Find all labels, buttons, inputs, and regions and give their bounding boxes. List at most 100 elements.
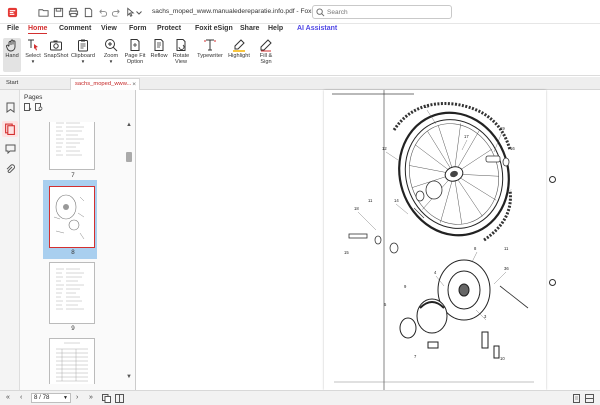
pen-sign-icon — [260, 39, 272, 52]
redo-icon[interactable] — [110, 6, 122, 18]
page-options-icon[interactable] — [24, 103, 32, 111]
close-icon[interactable]: × — [132, 81, 136, 88]
menu-comment[interactable]: Comment — [59, 25, 91, 32]
copy-page-icon[interactable] — [102, 394, 111, 403]
hand-icon — [6, 39, 16, 52]
pages-icon[interactable] — [2, 121, 18, 137]
previous-page-icon[interactable]: ‹ — [20, 394, 22, 401]
undo-icon[interactable] — [96, 6, 108, 18]
page-fit-icon — [130, 39, 140, 51]
menu-view[interactable]: View — [101, 25, 117, 32]
last-page-icon[interactable]: » — [89, 394, 93, 401]
svg-text:11: 11 — [504, 246, 509, 251]
first-page-icon[interactable]: « — [6, 394, 10, 401]
menu-file[interactable]: File — [7, 25, 19, 32]
svg-text:15: 15 — [344, 250, 349, 255]
zoom-button[interactable]: Zoom ▼ — [102, 38, 120, 66]
svg-text:4: 4 — [434, 270, 437, 275]
snapshot-button[interactable]: SnapShot — [44, 38, 68, 59]
thumb-text-page — [56, 122, 84, 156]
menu-bar: File Home Comment View Form Protect Foxi… — [0, 24, 600, 36]
snapshot-label: SnapShot — [43, 53, 69, 59]
thumb-table-page — [56, 342, 88, 382]
thumb-diagram-page — [53, 194, 85, 240]
typewriter-label: Typewriter — [197, 53, 223, 59]
camera-icon — [50, 40, 62, 51]
reflow-icon — [154, 39, 164, 51]
svg-text:10: 10 — [500, 356, 505, 361]
menu-help[interactable]: Help — [268, 25, 283, 32]
page-fit-label-2: Option — [126, 59, 144, 66]
menu-form[interactable]: Form — [129, 25, 147, 32]
svg-text:5: 5 — [384, 302, 387, 307]
svg-text:12: 12 — [382, 146, 387, 151]
svg-text:8: 8 — [474, 246, 477, 251]
highlight-label: Highlight — [228, 53, 250, 59]
tab-start-label: Start — [6, 80, 19, 86]
view-mode-icon[interactable] — [115, 394, 124, 403]
page-thumbnail[interactable] — [49, 122, 95, 170]
single-page-view-icon[interactable] — [572, 394, 581, 403]
svg-text:7: 7 — [414, 354, 417, 359]
svg-text:36: 36 — [504, 266, 509, 271]
rotate-label-2: View — [174, 59, 188, 66]
typewriter-icon — [204, 39, 216, 51]
attachment-icon[interactable] — [5, 164, 16, 175]
page-number-input[interactable]: 8 / 78 ▼ — [31, 393, 71, 403]
ribbon-toolbar: Hand Select ▼ SnapShot Clipboard ▼ Zoom … — [0, 36, 600, 76]
search-box[interactable] — [312, 5, 452, 19]
menu-share[interactable]: Share — [240, 25, 259, 32]
svg-text:9: 9 — [404, 284, 407, 289]
reflow-label: Reflow — [150, 53, 168, 59]
clipboard-button[interactable]: Clipboard ▼ — [70, 38, 96, 66]
typewriter-button[interactable]: Typewriter — [195, 38, 225, 59]
save-icon[interactable] — [52, 6, 64, 18]
tab-document[interactable]: sachs_moped_www... × — [70, 78, 140, 90]
chevron-down-icon[interactable]: ▼ — [63, 394, 68, 402]
page-icon[interactable] — [82, 6, 94, 18]
rotate-view-button[interactable]: Rotate View — [171, 38, 191, 66]
highlight-button[interactable]: Highlight — [226, 38, 252, 59]
app-logo-icon[interactable] — [6, 6, 18, 18]
reflow-button[interactable]: Reflow — [149, 38, 169, 59]
menu-home[interactable]: Home — [28, 25, 48, 34]
exploded-wheel-diagram: 131217 191618 11 1415 8 1136 945 3107 — [332, 90, 534, 390]
scrollbar-thumb[interactable] — [126, 152, 132, 162]
page-zoom-icon[interactable] — [35, 103, 43, 111]
select-button[interactable]: Select ▼ — [24, 38, 42, 66]
bookmark-icon[interactable] — [5, 102, 16, 113]
tab-start[interactable]: Start — [2, 78, 68, 90]
search-input[interactable] — [327, 7, 447, 17]
next-page-icon[interactable]: › — [76, 394, 78, 401]
panel-scrollbar[interactable]: ▲ ▼ — [125, 122, 133, 384]
page-fit-option-button[interactable]: Page Fit Option — [123, 38, 147, 66]
hand-tool-button[interactable]: Hand — [3, 38, 21, 72]
print-icon[interactable] — [67, 6, 79, 18]
svg-text:17: 17 — [464, 134, 469, 139]
clipboard-icon — [78, 39, 88, 52]
fill-sign-button[interactable]: Fill & Sign — [256, 38, 276, 66]
chevron-down-icon: ▼ — [108, 59, 114, 65]
comments-icon[interactable] — [5, 143, 16, 154]
panel-title: Pages — [24, 94, 43, 101]
menu-protect[interactable]: Protect — [157, 25, 181, 32]
chevron-down-icon: ▼ — [30, 59, 36, 65]
chevron-down-icon[interactable]: ▼ — [125, 374, 133, 380]
open-folder-icon[interactable] — [37, 6, 49, 18]
menu-ai-assistant[interactable]: AI Assistant — [297, 25, 337, 32]
hand-label: Hand — [5, 53, 19, 59]
chevron-down-icon[interactable] — [135, 6, 143, 18]
tab-document-label: sachs_moped_www... — [75, 81, 132, 87]
chevron-up-icon[interactable]: ▲ — [125, 122, 133, 128]
panel-tools — [24, 103, 43, 111]
menu-foxit-esign[interactable]: Foxit eSign — [195, 25, 233, 32]
zoom-icon — [105, 39, 118, 52]
page-thumbnail[interactable] — [49, 338, 95, 384]
page-edge-marker — [549, 279, 556, 286]
document-page[interactable]: 13 12 17 19 16 18 11 14 15 8 11 36 945 3 10 7 — [324, 90, 546, 390]
page-thumbnail[interactable] — [49, 262, 95, 324]
continuous-view-icon[interactable] — [585, 394, 594, 403]
svg-text:14: 14 — [394, 198, 399, 203]
page-thumbnail-selected[interactable] — [49, 186, 95, 248]
document-tab-bar: Start sachs_moped_www... × — [0, 77, 600, 90]
